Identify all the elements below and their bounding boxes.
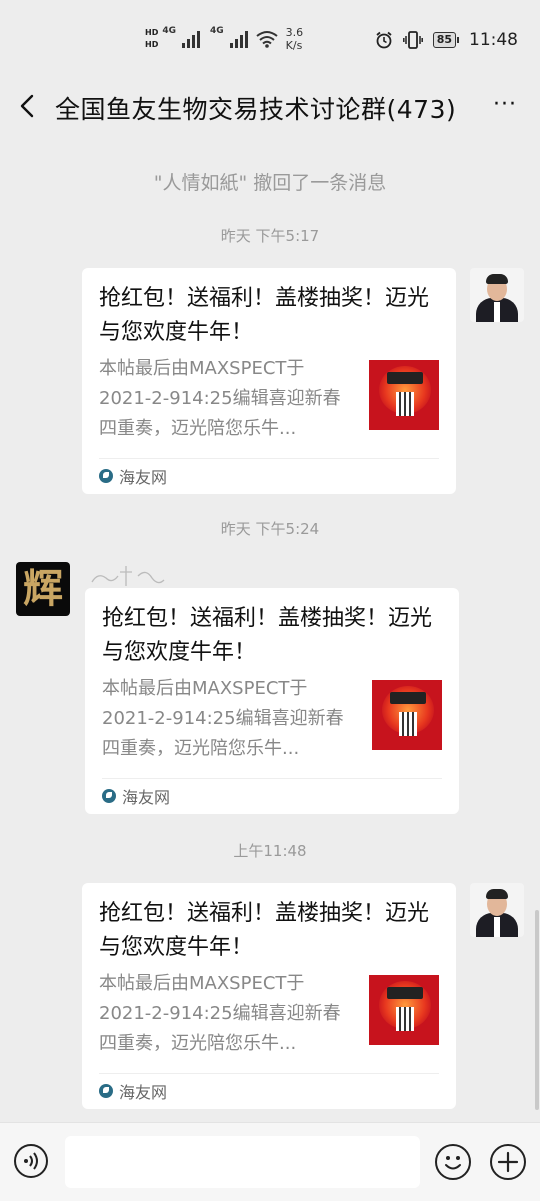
hd-indicator: HD HD <box>145 28 158 50</box>
speed-value: 3.6 <box>285 26 304 39</box>
input-bar <box>0 1122 540 1201</box>
link-card-message[interactable]: 抢红包！送福利！盖楼抽奖！迈光与您欢度牛年！ 本帖最后由MAXSPECT于202… <box>82 268 456 494</box>
avatar-char: 辉 <box>23 565 63 612</box>
network-type-2: 4G <box>210 26 224 36</box>
status-left: HD HD 4G 4G 3.6 K/s <box>145 22 303 56</box>
link-card-message[interactable]: 抢红包！送福利！盖楼抽奖！迈光与您欢度牛年！ 本帖最后由MAXSPECT于202… <box>85 588 459 814</box>
card-description: 本帖最后由MAXSPECT于2021-2-914:25编辑喜迎新春四重奏，迈光陪… <box>99 973 341 1054</box>
card-divider <box>99 1073 439 1074</box>
signal-icon-1 <box>182 30 200 48</box>
source-logo-icon <box>102 789 116 803</box>
hd-label-1: HD <box>145 28 159 37</box>
scrollbar[interactable] <box>535 910 539 1110</box>
voice-button[interactable] <box>14 1144 48 1178</box>
chat-header: 全国鱼友生物交易技术讨论群(473) ··· <box>0 78 540 136</box>
battery-icon: 85 <box>432 32 459 48</box>
network-type-1: 4G <box>162 26 176 36</box>
message-timestamp: 昨天 下午5:24 <box>220 520 320 538</box>
vibrate-icon <box>402 31 423 49</box>
card-title: 抢红包！送福利！盖楼抽奖！迈光与您欢度牛年！ <box>102 606 433 665</box>
more-options-button[interactable]: ··· <box>488 90 522 120</box>
message-input[interactable] <box>65 1136 420 1188</box>
voice-icon <box>24 1152 38 1170</box>
card-description: 本帖最后由MAXSPECT于2021-2-914:25编辑喜迎新春四重奏，迈光陪… <box>102 678 344 759</box>
link-card-message[interactable]: 抢红包！送福利！盖楼抽奖！迈光与您欢度牛年！ 本帖最后由MAXSPECT于202… <box>82 883 456 1109</box>
avatar[interactable]: 辉 <box>16 562 70 616</box>
signal-icon-2 <box>229 30 248 48</box>
wifi-icon <box>256 31 278 48</box>
card-source: 海友网 <box>102 784 170 808</box>
avatar[interactable] <box>470 268 524 322</box>
chat-title: 全国鱼友生物交易技术讨论群(473) <box>55 95 457 124</box>
back-arrow-icon[interactable] <box>14 88 44 124</box>
source-name: 海友网 <box>122 788 171 807</box>
card-divider <box>99 458 439 459</box>
source-logo-icon <box>99 1084 113 1098</box>
card-thumbnail <box>372 680 442 750</box>
card-description: 本帖最后由MAXSPECT于2021-2-914:25编辑喜迎新春四重奏，迈光陪… <box>99 358 341 439</box>
ornament-decoration-icon <box>91 566 165 586</box>
hd-label-2: HD <box>145 40 159 49</box>
card-thumbnail <box>369 975 439 1045</box>
card-thumbnail <box>369 360 439 430</box>
status-right: 85 11:48 <box>375 28 518 52</box>
source-name: 海友网 <box>119 468 168 487</box>
source-name: 海友网 <box>119 1083 168 1102</box>
emoji-button[interactable] <box>435 1144 471 1180</box>
message-timestamp: 上午11:48 <box>233 842 307 860</box>
alarm-icon <box>376 31 392 49</box>
network-speed: 3.6 K/s <box>286 26 304 52</box>
card-title: 抢红包！送福利！盖楼抽奖！迈光与您欢度牛年！ <box>99 286 430 345</box>
card-title: 抢红包！送福利！盖楼抽奖！迈光与您欢度牛年！ <box>99 901 430 960</box>
recall-notice: "人情如紙" 撤回了一条消息 <box>153 172 387 194</box>
card-divider <box>102 778 442 779</box>
emoji-icon <box>445 1156 461 1170</box>
card-source: 海友网 <box>99 1079 167 1103</box>
message-timestamp: 昨天 下午5:17 <box>220 227 320 245</box>
speed-unit: K/s <box>285 39 303 52</box>
status-time: 11:48 <box>469 30 518 50</box>
avatar[interactable] <box>470 883 524 937</box>
status-bar: HD HD 4G 4G 3.6 K/s 85 11:48 <box>0 0 540 78</box>
more-functions-button[interactable] <box>490 1144 526 1180</box>
source-logo-icon <box>99 469 113 483</box>
battery-level: 85 <box>432 32 456 48</box>
plus-icon <box>497 1151 519 1173</box>
card-source: 海友网 <box>99 464 167 488</box>
